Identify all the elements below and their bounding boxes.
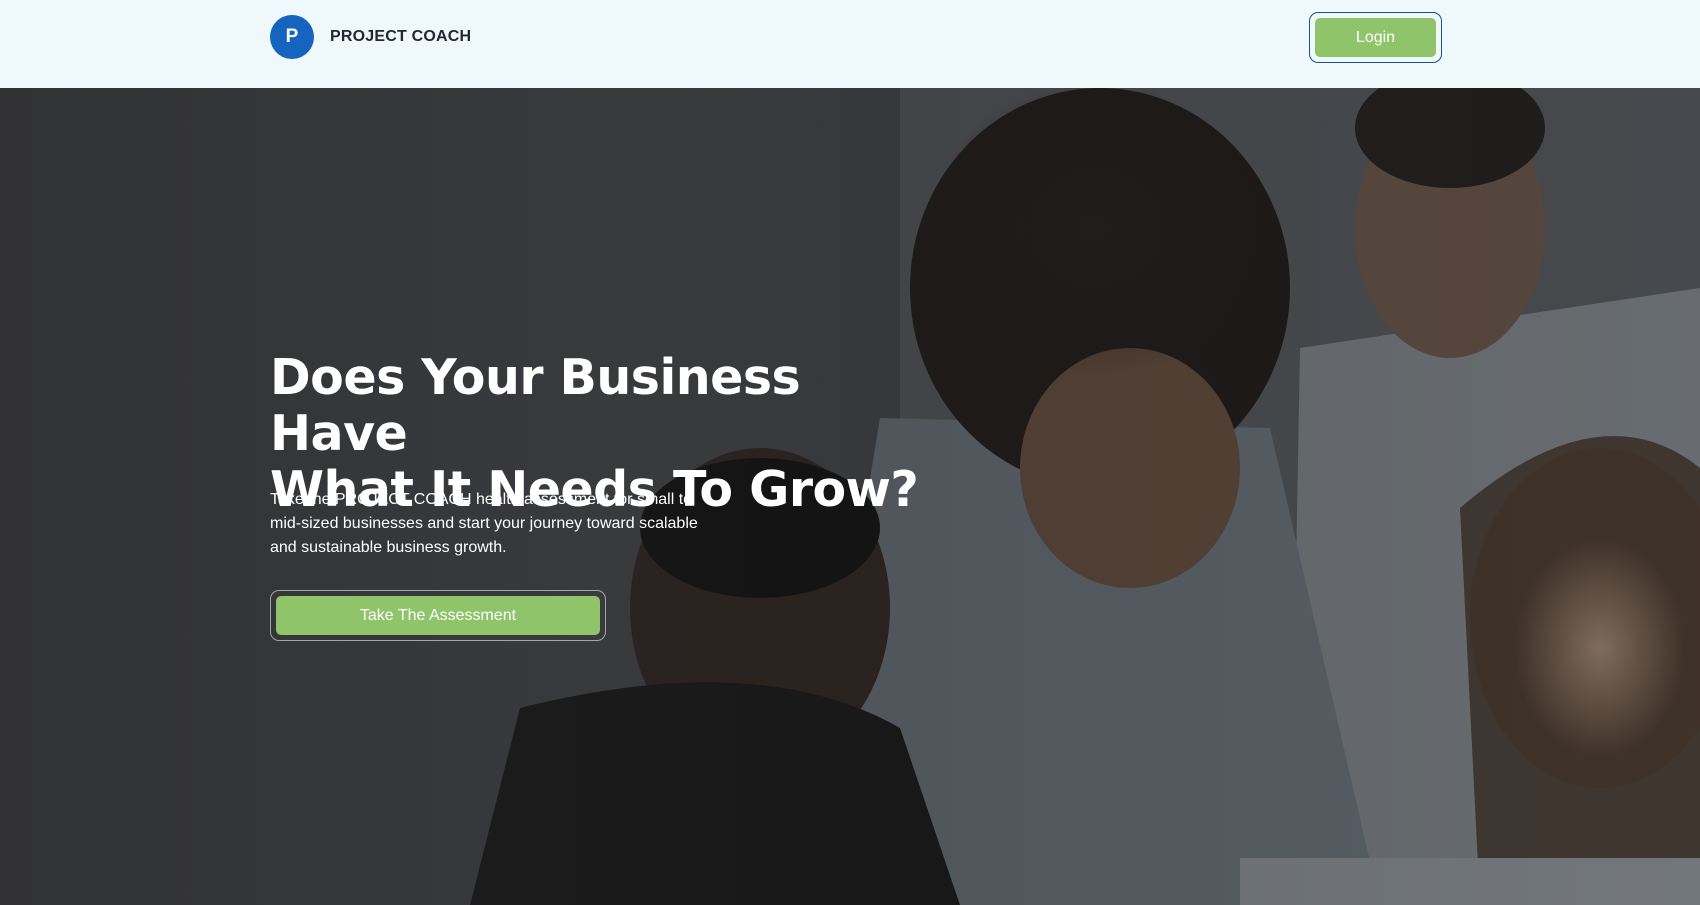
brand[interactable]: P PROJECT COACH <box>270 15 471 59</box>
hero-title-line-1: Does Your Business Have <box>270 349 801 462</box>
hero-section: Does Your Business Have What It Needs To… <box>0 88 1700 905</box>
assessment-button-frame: Take The Assessment <box>270 590 606 641</box>
hero-description: Take the PROJECT COACH health assessment… <box>270 491 698 556</box>
site-header: P PROJECT COACH Login <box>0 0 1700 88</box>
brand-logo: P <box>270 15 314 59</box>
brand-logo-letter: P <box>285 26 299 47</box>
login-button[interactable]: Login <box>1315 18 1436 57</box>
brand-name: PROJECT COACH <box>330 28 472 45</box>
take-assessment-button[interactable]: Take The Assessment <box>276 596 600 635</box>
login-button-frame: Login <box>1309 12 1442 63</box>
